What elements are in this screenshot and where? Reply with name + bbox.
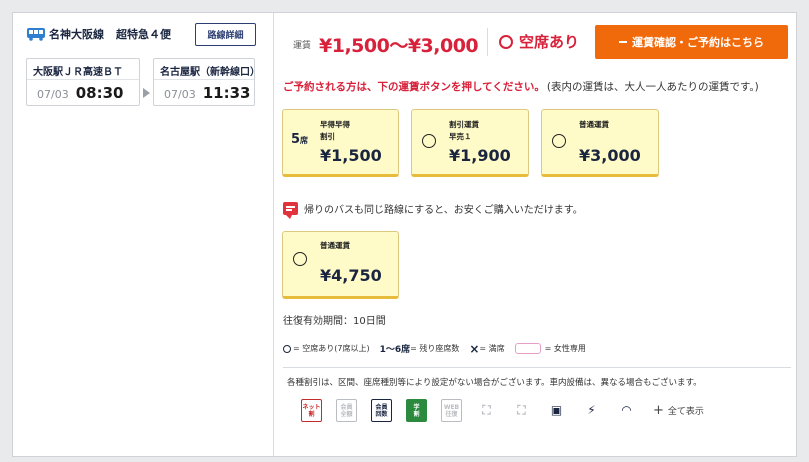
member-discount-icon: 会員 全額 bbox=[336, 399, 357, 422]
chat-bubble-icon bbox=[283, 202, 298, 219]
availability-status: 空席あり bbox=[499, 31, 579, 52]
confirm-reservation-label: 運賃確認・ご予約はこちら bbox=[632, 36, 764, 49]
fare-type-sub: 早売１ bbox=[449, 132, 472, 141]
remaining-seats: 5席 bbox=[291, 132, 309, 147]
wifi-icon: ◠ bbox=[621, 403, 632, 417]
legend-female: = 女性専用 bbox=[544, 344, 586, 353]
legend-remaining: = 残り座席数 bbox=[410, 344, 460, 353]
net-discount-icon: ネット割 bbox=[301, 399, 322, 422]
fare-price: ¥4,750 bbox=[320, 266, 382, 285]
available-circle-icon bbox=[499, 34, 513, 49]
bus-icon bbox=[27, 28, 45, 41]
fare-option-discount[interactable]: 割引運賃 早売１ ¥1,900 bbox=[411, 109, 529, 177]
promo-text: 帰りのバスも同じ路線にすると、お安くご購入いただけます。 bbox=[304, 205, 583, 216]
amenity-icons: ネット割 会員 全額 会員 回数 学割 WEB 往復 ⛶ ⛶ ▣ ⚡ ◠ + 全て表示 bbox=[301, 399, 704, 422]
plus-icon: + bbox=[653, 403, 664, 418]
reclining-seat-icon: ⛶ bbox=[517, 403, 526, 417]
arrival-date: 07/03 bbox=[164, 88, 196, 101]
availability-text: 空席あり bbox=[519, 33, 580, 51]
available-circle-icon bbox=[422, 134, 436, 148]
four-row-seat-icon: ▣ bbox=[550, 403, 563, 417]
dash-icon bbox=[619, 41, 627, 43]
fare-price: ¥1,500 bbox=[320, 146, 382, 165]
legend-full: = 満席 bbox=[479, 344, 505, 353]
fare-type-sub: 割引 bbox=[320, 132, 335, 141]
route-detail-button[interactable]: 路線詳細 bbox=[195, 23, 256, 46]
available-circle-icon bbox=[293, 252, 307, 266]
female-only-swatch bbox=[514, 343, 541, 354]
departure-date: 07/03 bbox=[37, 88, 69, 101]
arrival-time: 11:33 bbox=[202, 84, 251, 102]
fare-price: ¥3,000 bbox=[579, 146, 641, 165]
departure-time: 08:30 bbox=[75, 84, 124, 102]
discount-note: 各種割引は、区間、座席種別等により設定がない場合がございます。車内設備は、異なる… bbox=[287, 378, 702, 388]
instruction-main: ご予約される方は、下の運賃ボタンを押してください。 bbox=[283, 81, 545, 93]
web-discount-icon: WEB 往復 bbox=[441, 399, 462, 422]
departure-stop: 大阪駅ＪＲ高速ＢＴ 07/03 08:30 bbox=[26, 58, 140, 106]
fare-instruction: ご予約される方は、下の運賃ボタンを押してください。 (表内の運賃は、大人一人あたり… bbox=[283, 79, 759, 94]
fare-option-round-trip[interactable]: 普通運賃 ¥4,750 bbox=[282, 231, 399, 299]
show-all-label: 全て表示 bbox=[667, 407, 704, 417]
fare-type: 普通運賃 bbox=[320, 241, 350, 250]
route-arrow-icon bbox=[143, 88, 150, 98]
arrival-stop: 名古屋駅（新幹線口） 07/03 11:33 bbox=[153, 58, 260, 106]
route-panel: 名神大阪線 超特急４便 路線詳細 大阪駅ＪＲ高速ＢＴ 07/03 08:30 名… bbox=[13, 13, 274, 456]
amenity-section: 各種割引は、区間、座席種別等により設定がない場合がございます。車内設備は、異なる… bbox=[283, 367, 791, 452]
fare-summary: 運賃 ¥1,500〜¥3,000 bbox=[293, 31, 479, 58]
available-circle-icon bbox=[552, 134, 566, 148]
available-circle-icon bbox=[283, 344, 291, 353]
fare-panel: 運賃 ¥1,500〜¥3,000 空席あり 運賃確認・ご予約はこちら ご予約され… bbox=[275, 13, 797, 456]
confirm-reservation-button[interactable]: 運賃確認・ご予約はこちら bbox=[595, 25, 788, 59]
divider bbox=[487, 28, 488, 56]
fare-price: ¥1,900 bbox=[449, 146, 511, 165]
power-outlet-icon: ⚡ bbox=[587, 403, 596, 417]
member-return-icon: 会員 回数 bbox=[371, 399, 392, 422]
bus-result-card: 名神大阪線 超特急４便 路線詳細 大阪駅ＪＲ高速ＢＴ 07/03 08:30 名… bbox=[12, 12, 797, 457]
fare-type: 早得早得 bbox=[320, 120, 350, 129]
seat-icon: ⛶ bbox=[482, 403, 491, 417]
fare-range: ¥1,500〜¥3,000 bbox=[319, 35, 479, 57]
fare-type: 普通運賃 bbox=[579, 120, 609, 129]
legend-available: = 空席あり(7席以上) bbox=[293, 344, 370, 353]
fare-type: 割引運賃 bbox=[449, 120, 479, 129]
show-all-link[interactable]: + 全て表示 bbox=[653, 403, 704, 418]
route-header: 名神大阪線 超特急４便 bbox=[26, 26, 171, 42]
seat-legend: = 空席あり(7席以上) 1〜6席 = 残り座席数 × = 満席 = 女性専用 bbox=[283, 342, 586, 355]
bus-number: 超特急４便 bbox=[116, 28, 171, 41]
full-cross-icon: × bbox=[469, 341, 480, 356]
fare-option-early-discount[interactable]: 5席 早得早得 割引 ¥1,500 bbox=[282, 109, 399, 177]
student-discount-icon: 学割 bbox=[406, 399, 427, 422]
instruction-note: (表内の運賃は、大人一人あたりの運賃です。) bbox=[546, 81, 759, 93]
fare-option-regular[interactable]: 普通運賃 ¥3,000 bbox=[541, 109, 659, 177]
round-trip-validity: 往復有効期間：10日間 bbox=[283, 316, 386, 327]
legend-remaining-range: 1〜6席 bbox=[379, 345, 411, 355]
arrival-stop-name: 名古屋駅（新幹線口） bbox=[154, 59, 260, 80]
departure-stop-name: 大阪駅ＪＲ高速ＢＴ bbox=[27, 59, 139, 80]
route-name: 名神大阪線 bbox=[49, 28, 104, 41]
round-trip-promo: 帰りのバスも同じ路線にすると、お安くご購入いただけます。 bbox=[283, 201, 583, 219]
fare-label: 運賃 bbox=[293, 41, 312, 51]
